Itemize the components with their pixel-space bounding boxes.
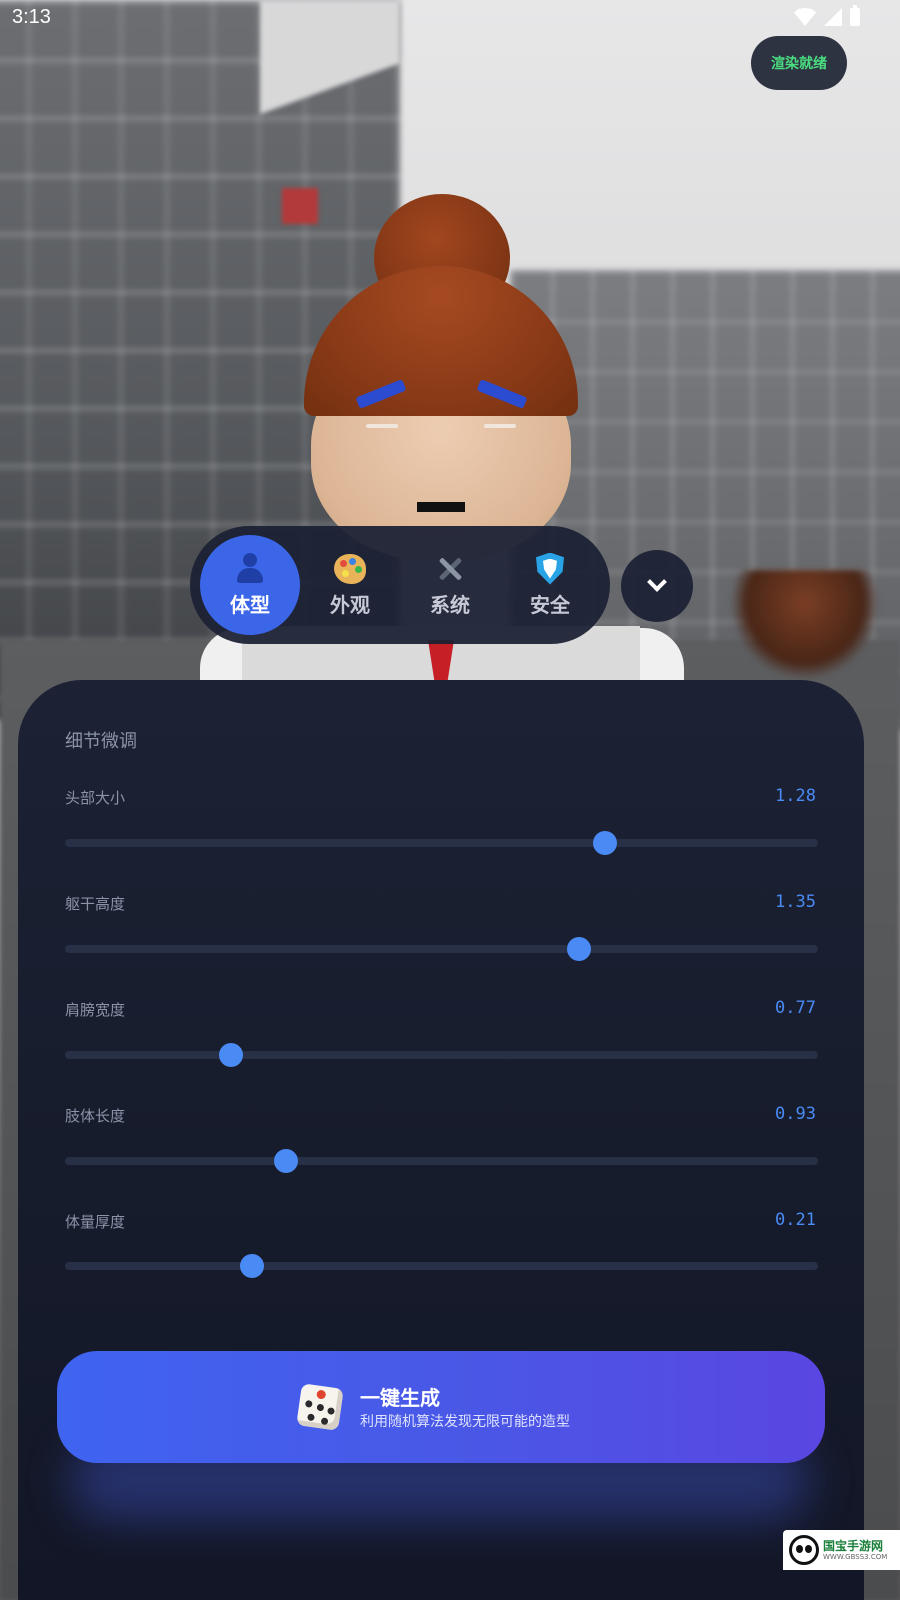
slider-shoulder-width[interactable]	[65, 1043, 818, 1067]
tab-security[interactable]: 安全	[500, 535, 600, 635]
background-sign	[282, 188, 318, 224]
shield-icon	[536, 552, 564, 585]
slider-thumb[interactable]	[592, 831, 617, 855]
signal-icon	[824, 8, 842, 26]
background-hut	[730, 570, 880, 680]
tab-label: 系统	[430, 592, 470, 617]
watermark-url: WWW.GBSS3.COM	[823, 1552, 888, 1561]
slider-value-torso-height: 1.35	[775, 892, 816, 912]
slider-value-limb-length: 0.93	[775, 1104, 816, 1124]
slider-body-thickness[interactable]	[65, 1254, 818, 1278]
random-generate-button[interactable]	[57, 1351, 825, 1463]
slider-value-shoulder-width: 0.77	[775, 998, 816, 1018]
background-sky	[260, 0, 400, 200]
tools-icon	[434, 553, 466, 585]
slider-limb-length[interactable]	[65, 1149, 818, 1173]
generate-button-title: 一键生成	[360, 1386, 440, 1410]
slider-label-body-thickness: 体量厚度	[65, 1213, 126, 1231]
render-status-badge: 渲染就绪	[751, 36, 847, 90]
render-status-label: 渲染就绪	[771, 56, 827, 72]
slider-thumb[interactable]	[273, 1149, 298, 1173]
palette-icon	[334, 553, 366, 585]
slider-label-shoulder-width: 肩膀宽度	[65, 1001, 126, 1019]
slider-label-head-size: 头部大小	[65, 789, 126, 807]
slider-label-torso-height: 躯干高度	[65, 895, 126, 913]
chevron-down-icon	[647, 572, 667, 592]
expand-button[interactable]	[621, 550, 693, 622]
category-tab-bar: 体型 外观 系统 安全	[190, 526, 610, 644]
site-watermark: 国宝手游网 WWW.GBSS3.COM	[783, 1530, 900, 1570]
panda-logo-icon	[789, 1535, 819, 1565]
slider-thumb[interactable]	[566, 937, 591, 961]
tab-label: 安全	[530, 592, 570, 617]
tab-appearance[interactable]: 外观	[300, 535, 400, 635]
battery-icon	[850, 5, 860, 26]
tab-label: 外观	[330, 592, 370, 617]
tab-label: 体型	[230, 592, 270, 617]
tab-system[interactable]: 系统	[400, 535, 500, 635]
slider-torso-height[interactable]	[65, 937, 818, 961]
tab-body-shape[interactable]: 体型	[200, 535, 300, 635]
status-icons	[794, 5, 860, 26]
slider-value-head-size: 1.28	[775, 786, 816, 806]
slider-value-body-thickness: 0.21	[775, 1210, 816, 1230]
wifi-icon	[794, 8, 816, 26]
watermark-title: 国宝手游网	[823, 1538, 884, 1553]
person-icon	[235, 552, 265, 585]
status-time: 3:13	[12, 6, 51, 28]
slider-head-size[interactable]	[65, 831, 818, 855]
panel-title: 细节微调	[65, 731, 137, 752]
dice-icon	[296, 1383, 344, 1431]
watermark-text: 国宝手游网 WWW.GBSS3.COM	[823, 1540, 887, 1561]
generate-button-subtitle: 利用随机算法发现无限可能的造型	[360, 1414, 570, 1430]
slider-label-limb-length: 肢体长度	[65, 1107, 126, 1125]
